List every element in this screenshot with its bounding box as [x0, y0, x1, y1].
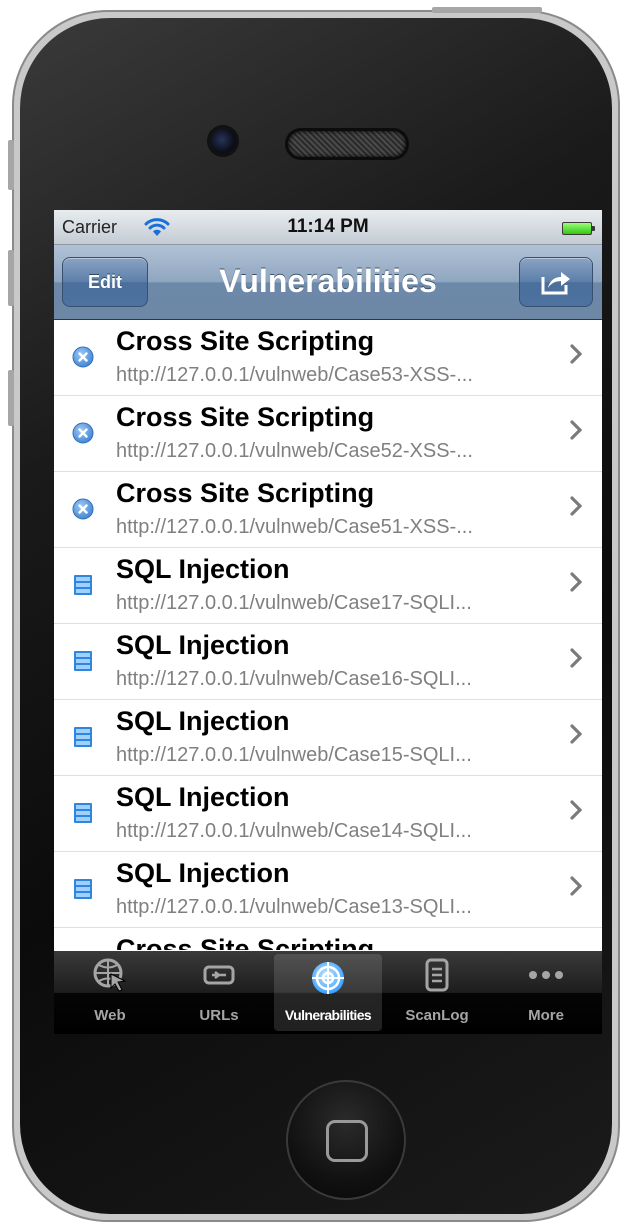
- home-button[interactable]: [286, 1080, 406, 1200]
- vulnerability-title: SQL Injection: [116, 630, 290, 660]
- battery-icon: [562, 222, 595, 235]
- volume-up-button: [8, 250, 14, 306]
- tab-label: ScanLog: [405, 1007, 469, 1024]
- status-bar: Carrier 11:14 PM: [54, 210, 602, 245]
- more-icon: [528, 957, 564, 993]
- chevron-right-icon: [570, 876, 583, 896]
- xss-icon: [72, 346, 94, 368]
- earpiece-speaker: [288, 131, 406, 157]
- front-camera: [210, 128, 236, 154]
- database-icon: [72, 802, 94, 824]
- power-button: [432, 7, 542, 13]
- tab-web[interactable]: Web: [56, 951, 164, 1034]
- chevron-right-icon: [570, 648, 583, 668]
- log-icon: [419, 957, 455, 993]
- volume-down-button: [8, 370, 14, 426]
- tab-urls[interactable]: URLs: [165, 951, 273, 1034]
- database-icon: [72, 574, 94, 596]
- chevron-right-icon: [570, 496, 583, 516]
- share-icon: [541, 272, 570, 295]
- vulnerability-list[interactable]: Cross Site Scripting http://127.0.0.1/vul…: [54, 320, 602, 950]
- globe-cursor-icon: [92, 957, 128, 993]
- vulnerability-title: SQL Injection: [116, 554, 290, 584]
- tab-label: Vulnerabilities: [284, 1007, 372, 1023]
- vulnerability-row[interactable]: SQL Injection http://127.0.0.1/vulnweb/Ca…: [54, 700, 602, 776]
- tab-more[interactable]: More: [492, 951, 600, 1034]
- chevron-right-icon: [570, 800, 583, 820]
- vulnerability-row[interactable]: SQL Injection http://127.0.0.1/vulnweb/Ca…: [54, 776, 602, 852]
- vulnerability-title: Cross Site Scripting: [116, 326, 375, 356]
- link-icon: [201, 957, 237, 993]
- vulnerability-title: SQL Injection: [116, 858, 290, 888]
- vulnerability-url: http://127.0.0.1/vulnweb/Case13-SQLI...: [116, 896, 472, 918]
- vulnerability-url: http://127.0.0.1/vulnweb/Case53-XSS-...: [116, 364, 473, 386]
- database-icon: [72, 726, 94, 748]
- chevron-right-icon: [570, 344, 583, 364]
- tab-vulnerabilities[interactable]: Vulnerabilities: [274, 954, 382, 1031]
- vulnerability-row[interactable]: SQL Injection http://127.0.0.1/vulnweb/Ca…: [54, 624, 602, 700]
- chevron-right-icon: [570, 420, 583, 440]
- database-icon: [72, 650, 94, 672]
- share-button[interactable]: [519, 257, 593, 307]
- tab-label: More: [528, 1007, 564, 1024]
- home-square-icon: [326, 1120, 368, 1162]
- target-icon: [310, 960, 346, 996]
- vulnerability-url: http://127.0.0.1/vulnweb/Case15-SQLI...: [116, 744, 472, 766]
- tab-bar: Web URLs Vulnerabilities ScanLog More: [54, 951, 602, 1034]
- vulnerability-row[interactable]: Cross Site Scripting http://127.0.0.1/vul…: [54, 472, 602, 548]
- mute-switch: [8, 140, 14, 190]
- vulnerability-title: Cross Site Scripting: [116, 934, 375, 950]
- xss-icon: [72, 498, 94, 520]
- vulnerability-title: Cross Site Scripting: [116, 402, 375, 432]
- vulnerability-url: http://127.0.0.1/vulnweb/Case16-SQLI...: [116, 668, 472, 690]
- clock: 11:14 PM: [287, 216, 369, 237]
- vulnerability-url: http://127.0.0.1/vulnweb/Case17-SQLI...: [116, 592, 472, 614]
- vulnerability-row[interactable]: Cross Site Scripting: [54, 928, 602, 950]
- vulnerability-row[interactable]: Cross Site Scripting http://127.0.0.1/vul…: [54, 396, 602, 472]
- vulnerability-url: http://127.0.0.1/vulnweb/Case51-XSS-...: [116, 516, 473, 538]
- tab-label: URLs: [199, 1007, 239, 1024]
- vulnerability-title: Cross Site Scripting: [116, 478, 375, 508]
- vulnerability-row[interactable]: Cross Site Scripting http://127.0.0.1/vul…: [54, 320, 602, 396]
- vulnerability-url: http://127.0.0.1/vulnweb/Case52-XSS-...: [116, 440, 473, 462]
- chevron-right-icon: [570, 572, 583, 592]
- chevron-right-icon: [570, 724, 583, 744]
- tab-label: Web: [94, 1007, 126, 1024]
- vulnerability-row[interactable]: SQL Injection http://127.0.0.1/vulnweb/Ca…: [54, 852, 602, 928]
- tab-scanlog[interactable]: ScanLog: [383, 951, 491, 1034]
- database-icon: [72, 878, 94, 900]
- xss-icon: [72, 422, 94, 444]
- vulnerability-title: SQL Injection: [116, 782, 290, 812]
- navigation-bar: Edit Vulnerabilities: [54, 245, 602, 320]
- vulnerability-title: SQL Injection: [116, 706, 290, 736]
- app-screen: Carrier 11:14 PM Edit Vulnerabilities Cr…: [54, 210, 602, 1034]
- vulnerability-url: http://127.0.0.1/vulnweb/Case14-SQLI...: [116, 820, 472, 842]
- vulnerability-row[interactable]: SQL Injection http://127.0.0.1/vulnweb/Ca…: [54, 548, 602, 624]
